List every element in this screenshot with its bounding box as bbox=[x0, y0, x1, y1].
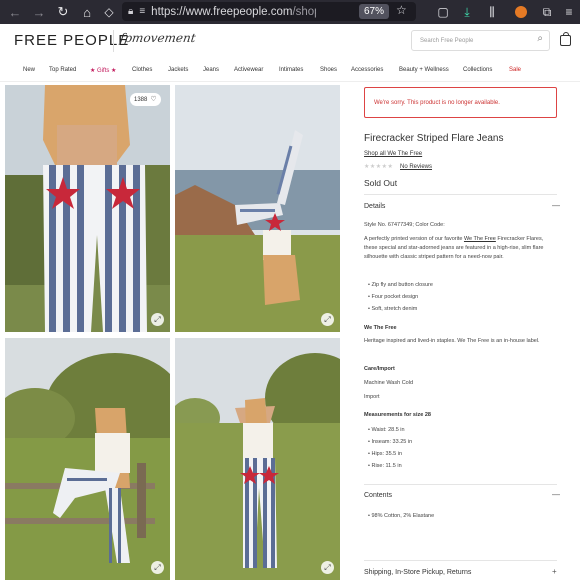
measurement-item: • Waist: 28.5 in bbox=[368, 427, 405, 433]
permissions-icon[interactable]: ≡ bbox=[139, 6, 145, 17]
url-text: https://www.freepeople.com/shop/f bbox=[151, 5, 316, 18]
free-people-logo[interactable]: FREE PEOPLE bbox=[14, 32, 129, 49]
home-icon[interactable]: ⌂ bbox=[78, 3, 96, 21]
feature-item: • Soft, stretch denim bbox=[368, 306, 418, 312]
nav-gifts[interactable]: ★ Gifts ★ bbox=[90, 67, 116, 74]
style-number: Style No. 67477349; Color Code: bbox=[364, 222, 445, 228]
photo-walking-illustration bbox=[175, 338, 340, 580]
stock-status: Sold Out bbox=[364, 178, 398, 188]
shopping-bag-icon[interactable] bbox=[560, 32, 571, 46]
nav-jackets[interactable]: Jackets bbox=[168, 67, 188, 73]
main-nav: New Top Rated ★ Gifts ★ Clothes Jackets … bbox=[0, 58, 580, 82]
zoom-icon[interactable]: ⤢ bbox=[321, 313, 334, 326]
heart-icon[interactable]: ♡ bbox=[150, 96, 156, 103]
pocket-icon[interactable]: ▢ bbox=[434, 3, 452, 21]
details-collapse-icon[interactable]: — bbox=[552, 201, 560, 210]
alert-text: We're sorry. This product is no longer a… bbox=[374, 100, 500, 106]
photo-fence-illustration bbox=[5, 338, 170, 580]
shipping-expand-icon[interactable]: + bbox=[552, 567, 557, 576]
product-description: A perfectly printed version of our favor… bbox=[364, 236, 544, 260]
lock-icon: 🔒︎ bbox=[128, 6, 134, 17]
contents-heading[interactable]: Contents bbox=[364, 492, 392, 499]
forward-icon[interactable]: → bbox=[30, 3, 48, 21]
divider bbox=[364, 484, 557, 485]
bookmark-star-icon[interactable]: ☆ bbox=[396, 3, 407, 17]
measurement-item: • Hips: 35.5 in bbox=[368, 451, 403, 457]
product-photo-fence[interactable]: ⤢ bbox=[5, 338, 170, 580]
back-icon[interactable]: ← bbox=[6, 3, 24, 21]
product-photo-walking[interactable]: ⤢ bbox=[175, 338, 340, 580]
extension-icon[interactable] bbox=[515, 6, 527, 18]
reload-icon[interactable]: ↻ bbox=[54, 3, 72, 21]
logo-divider bbox=[113, 30, 114, 52]
product-photo-back[interactable]: ⤢ bbox=[5, 85, 170, 332]
zoom-icon[interactable]: ⤢ bbox=[151, 561, 164, 574]
extensions-puzzle-icon[interactable]: ⧉ bbox=[538, 3, 556, 21]
zoom-icon[interactable]: ⤢ bbox=[321, 561, 334, 574]
library-icon[interactable]: ⫼ bbox=[483, 3, 501, 21]
download-icon[interactable]: ⤓ bbox=[458, 3, 476, 21]
nav-accessories[interactable]: Accessories bbox=[351, 67, 383, 73]
photo-back-illustration bbox=[5, 85, 170, 332]
care-import: Import bbox=[364, 394, 380, 400]
care-heading: Care/Import bbox=[364, 366, 395, 372]
rating-stars: ★★★★★ bbox=[364, 164, 394, 170]
search-icon[interactable]: ⌕ bbox=[537, 33, 543, 44]
nav-sale[interactable]: Sale bbox=[509, 67, 521, 73]
fp-movement-logo[interactable]: fpmovement bbox=[119, 31, 197, 45]
browser-toolbar: ← → ↻ ⌂ ◇ 🔒︎ ≡ https://www.freepeople.co… bbox=[0, 0, 580, 24]
product-photo-cartwheel[interactable]: ⤢ bbox=[175, 85, 340, 332]
measurements-heading: Measurements for size 28 bbox=[364, 412, 431, 418]
search-placeholder: Search Free People bbox=[420, 38, 474, 44]
divider bbox=[364, 560, 557, 561]
measurement-item: • Rise: 11.5 in bbox=[368, 463, 402, 469]
nav-jeans[interactable]: Jeans bbox=[203, 67, 219, 73]
measurement-item: • Inseam: 33.25 in bbox=[368, 439, 413, 445]
url-bar[interactable]: 🔒︎ ≡ https://www.freepeople.com/shop/f 6… bbox=[122, 2, 416, 21]
nav-collections[interactable]: Collections bbox=[463, 67, 492, 73]
nav-intimates[interactable]: Intimates bbox=[279, 67, 303, 73]
product-title: Firecracker Striped Flare Jeans bbox=[364, 133, 504, 144]
photo-cartwheel-illustration bbox=[175, 85, 340, 332]
nav-new[interactable]: New bbox=[23, 67, 35, 73]
care-wash: Machine Wash Cold bbox=[364, 380, 414, 386]
feature-item: • Zip fly and button closure bbox=[368, 282, 433, 288]
reviews-link[interactable]: No Reviews bbox=[400, 164, 432, 170]
contents-collapse-icon[interactable]: — bbox=[552, 490, 560, 499]
likes-badge[interactable]: 1388 ♡ bbox=[130, 93, 161, 106]
shield-icon[interactable]: ◇ bbox=[100, 3, 118, 21]
details-heading[interactable]: Details bbox=[364, 203, 385, 210]
nav-clothes[interactable]: Clothes bbox=[132, 67, 152, 73]
divider bbox=[364, 194, 557, 195]
shipping-heading[interactable]: Shipping, In-Store Pickup, Returns bbox=[364, 569, 471, 576]
site-header: FREE PEOPLE fpmovement Search Free Peopl… bbox=[0, 24, 580, 58]
nav-activewear[interactable]: Activewear bbox=[234, 67, 263, 73]
zoom-level[interactable]: 67% bbox=[359, 4, 390, 19]
nav-beauty-wellness[interactable]: Beauty + Wellness bbox=[399, 67, 449, 73]
unavailable-alert: We're sorry. This product is no longer a… bbox=[364, 87, 557, 118]
zoom-icon[interactable]: ⤢ bbox=[151, 313, 164, 326]
brand-description: Heritage inspired and lived-in staples. … bbox=[364, 338, 540, 344]
search-input[interactable]: Search Free People ⌕ bbox=[411, 30, 550, 51]
we-the-free-link[interactable]: We The Free bbox=[464, 236, 496, 242]
menu-icon[interactable]: ≡ bbox=[560, 3, 578, 21]
nav-shoes[interactable]: Shoes bbox=[320, 67, 337, 73]
contents-item: • 98% Cotton, 2% Elastane bbox=[368, 513, 435, 519]
brand-heading: We The Free bbox=[364, 325, 397, 331]
nav-top-rated[interactable]: Top Rated bbox=[49, 67, 76, 73]
shop-all-link[interactable]: Shop all We The Free bbox=[364, 151, 422, 157]
feature-item: • Four pocket design bbox=[368, 294, 419, 300]
